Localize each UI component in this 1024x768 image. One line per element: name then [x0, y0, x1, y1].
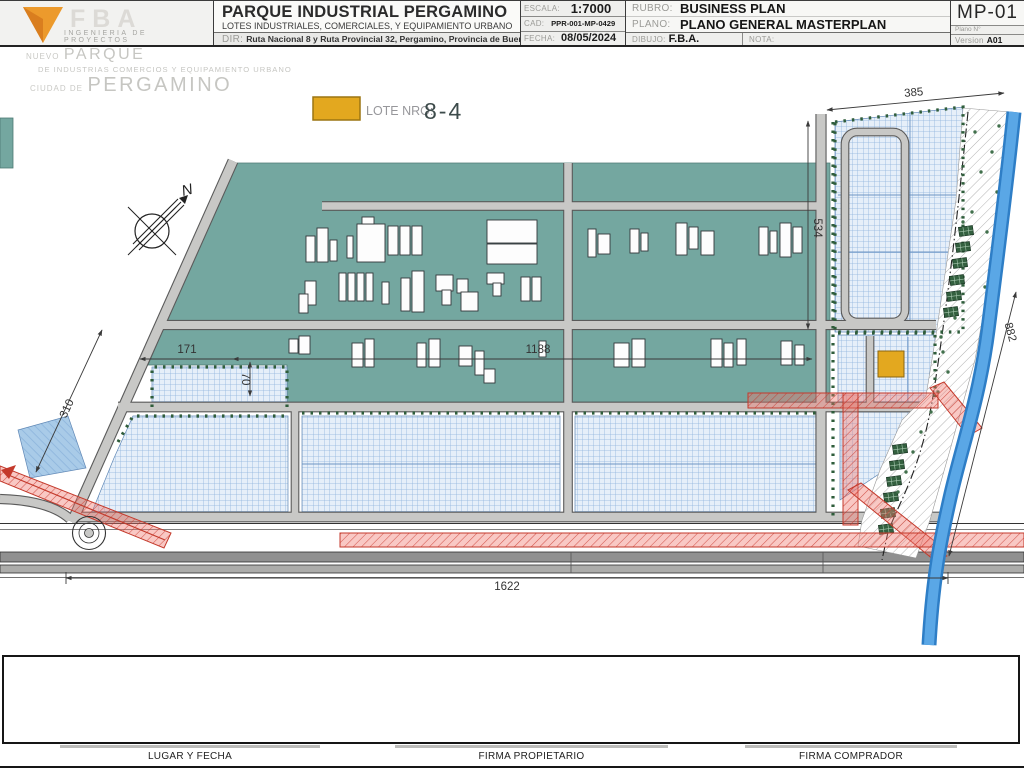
nota-cell: NOTA:	[742, 33, 950, 45]
dibujo-label: DIBUJO:	[632, 35, 666, 44]
watermark-line3: CIUDAD DE PERGAMINO	[30, 75, 292, 95]
project-title-cell: PARQUE INDUSTRIAL PERGAMINO LOTES INDUST…	[213, 1, 520, 45]
dim-1188: 1188	[526, 344, 551, 356]
fecha-row: FECHA: 08/05/2024	[521, 32, 625, 46]
fecha-value: 08/05/2024	[555, 32, 622, 44]
project-watermark: NUEVO PARQUE DE INDUSTRIAS COMERCIOS Y E…	[26, 47, 292, 95]
rubro-label: RUBRO:	[632, 3, 680, 14]
signature-label-lugar: LUGAR Y FECHA	[60, 751, 320, 762]
dibujo-cell: DIBUJO: F.B.A.	[626, 33, 742, 45]
watermark-big3: PERGAMINO	[87, 74, 232, 96]
rubro-value: BUSINESS PLAN	[680, 1, 785, 16]
sheet-code: MP-01	[951, 1, 1024, 25]
watermark-line1: NUEVO PARQUE	[26, 47, 292, 63]
escala-label: ESCALA:	[524, 4, 560, 13]
dim-310: 310	[58, 398, 77, 420]
plano-label: PLANO:	[632, 19, 680, 30]
watermark-big1: PARQUE	[64, 46, 145, 63]
cad-row: CAD: PPR-001-MP-0429	[521, 17, 625, 32]
plano-row: PLANO: PLANO GENERAL MASTERPLAN	[626, 17, 950, 32]
version-value: A01	[987, 35, 1003, 45]
signature-label-propietario: FIRMA PROPIETARIO	[395, 751, 668, 762]
scale-cell: ESCALA: 1:7000 CAD: PPR-001-MP-0429 FECH…	[520, 1, 625, 45]
watermark-prefix3: CIUDAD DE	[30, 84, 83, 93]
project-subtitle: LOTES INDUSTRIALES, COMERCIALES, Y EQUIP…	[214, 21, 520, 32]
fecha-label: FECHA:	[524, 34, 555, 43]
logo-cell: FBA INGENIERIA DE PROYECTOS	[0, 1, 213, 45]
rubro-cell: RUBRO: BUSINESS PLAN PLANO: PLANO GENERA…	[625, 1, 950, 45]
cad-value: PPR-001-MP-0429	[544, 19, 622, 28]
escala-row: ESCALA: 1:7000	[521, 1, 625, 17]
watermark-line2: DE INDUSTRIAS COMERCIOS Y EQUIPAMIENTO U…	[38, 66, 292, 74]
project-title: PARQUE INDUSTRIAL PERGAMINO	[214, 1, 520, 21]
dir-label: DIR:	[222, 34, 243, 45]
version-label: Version	[955, 36, 984, 45]
north-arrow-icon: N	[128, 181, 195, 255]
dim-534: 534	[811, 218, 823, 238]
address-row: DIR: Ruta Nacional 8 y Ruta Provincial 3…	[214, 32, 520, 45]
fba-logo-icon	[20, 5, 66, 45]
signature-label-comprador: FIRMA COMPRADOR	[745, 751, 957, 762]
watermark-prefix1: NUEVO	[26, 52, 59, 61]
signature-line-propietario	[395, 745, 668, 748]
legend-swatch	[313, 97, 360, 120]
signature-line-lugar	[60, 745, 320, 748]
sheet-cell: MP-01 Plano N° Version A01	[950, 1, 1024, 45]
plano-value: PLANO GENERAL MASTERPLAN	[680, 17, 886, 32]
masterplan-sheet: { "title_block": { "logo_brand": "FBA", …	[0, 0, 1024, 768]
version-row: Version A01	[951, 34, 1024, 45]
signature-line-comprador	[745, 745, 957, 748]
dim-385: 385	[904, 86, 924, 100]
sheet-number-label: Plano N°	[951, 25, 1024, 34]
dim-70: 70	[239, 373, 251, 386]
cad-label: CAD:	[524, 19, 544, 28]
dim-1622: 1622	[494, 581, 520, 593]
legend-value: 8-4	[424, 98, 463, 124]
dibujo-value: F.B.A.	[669, 33, 700, 45]
masterplan-drawing: 385 534 882 1188 171 70 310 1622 N LOTE …	[0, 0, 1024, 768]
highlight-lot-8-4	[878, 351, 904, 377]
dibujo-nota-row: DIBUJO: F.B.A. NOTA:	[626, 32, 950, 45]
rubro-row: RUBRO: BUSINESS PLAN	[626, 1, 950, 17]
escala-value: 1:7000	[560, 1, 622, 16]
nota-label: NOTA:	[749, 35, 774, 44]
title-block: FBA INGENIERIA DE PROYECTOS PARQUE INDUS…	[0, 0, 1024, 47]
notes-box	[2, 655, 1020, 744]
logo-tagline: INGENIERIA DE PROYECTOS	[64, 30, 213, 44]
lot-legend: LOTE NRO: 8-4	[313, 97, 463, 124]
dir-value: Ruta Nacional 8 y Ruta Provincial 32, Pe…	[246, 34, 557, 44]
dim-171: 171	[177, 344, 196, 356]
